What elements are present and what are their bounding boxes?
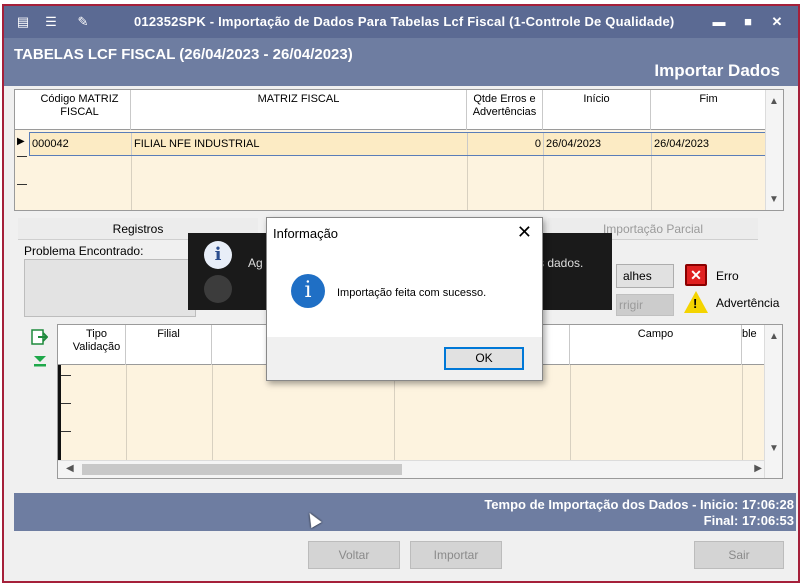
matriz-grid-header: Código MATRIZ FISCAL MATRIZ FISCAL Qtde … (15, 90, 767, 130)
grid-divider (131, 156, 132, 210)
scroll-down-icon[interactable]: ▼ (769, 194, 779, 205)
scroll-up-icon[interactable]: ▲ (769, 331, 779, 342)
sair-button[interactable]: Sair (694, 541, 784, 569)
status-bar: Tempo de Importação dos Dados - Inicio: … (14, 493, 796, 531)
page-header: TABELAS LCF FISCAL (26/04/2023 - 26/04/2… (4, 38, 798, 86)
dialog-title: Informação (273, 226, 339, 241)
row-indicator-line (61, 403, 71, 404)
scroll-thumb[interactable] (82, 464, 402, 475)
warning-mark-icon: ! (693, 296, 698, 311)
col-partial[interactable]: ble (742, 325, 766, 365)
importar-button[interactable]: Importar (410, 541, 502, 569)
cell-codigo: 000042 (30, 133, 132, 155)
page-title: TABELAS LCF FISCAL (26/04/2023 - 26/04/2… (14, 46, 353, 63)
grid-divider (212, 365, 213, 461)
ok-button[interactable]: OK (444, 347, 524, 370)
row-indicator-line (17, 156, 27, 157)
grid-divider (651, 156, 652, 210)
grid-divider (126, 365, 127, 461)
problem-textbox[interactable] (24, 259, 196, 317)
scroll-down-icon[interactable]: ▼ (769, 443, 779, 454)
corrigir-button[interactable]: rrigir (616, 294, 674, 316)
collapse-down-icon[interactable] (32, 354, 48, 368)
voltar-button[interactable]: Voltar (308, 541, 400, 569)
cell-matriz: FILIAL NFE INDUSTRIAL (132, 133, 468, 155)
col-qtde[interactable]: Qtde Erros e Advertências (467, 90, 543, 130)
grid-divider (742, 365, 743, 461)
maximize-button[interactable]: ■ (737, 12, 759, 32)
row-indicator-line (17, 184, 27, 185)
row-indicator-line (61, 375, 71, 376)
col-tipo-validacao[interactable]: Tipo Validação (68, 325, 126, 365)
col-inicio[interactable]: Início (543, 90, 651, 130)
info-icon: i (291, 274, 325, 308)
window-title: 012352SPK - Importação de Dados Para Tab… (134, 14, 675, 29)
scroll-left-icon[interactable]: ◀ (66, 463, 74, 474)
legend-erro-label: Erro (716, 269, 739, 283)
page-action-title: Importar Dados (654, 61, 780, 80)
status-final: Final: 17:06:53 (703, 513, 794, 528)
scroll-right-icon[interactable]: ▶ (754, 463, 762, 474)
app-menu-icon[interactable]: ▤ (14, 14, 32, 30)
scroll-up-icon[interactable]: ▲ (769, 96, 779, 107)
col-matriz[interactable]: MATRIZ FISCAL (131, 90, 467, 130)
col-campo[interactable]: Campo (570, 325, 742, 365)
grid-divider (543, 156, 544, 210)
toast-text-right: s dados. (538, 256, 584, 270)
export-excel-icon[interactable] (30, 328, 48, 346)
toast-text-left: Ag (248, 256, 263, 270)
info-icon: i (204, 241, 232, 269)
row-pointer-icon: ▶ (17, 136, 25, 147)
matriz-grid-scrollbar[interactable]: ▲ ▼ (765, 90, 783, 210)
title-bar: ▤ ☰ ✎ 012352SPK - Importação de Dados Pa… (4, 6, 798, 38)
info-icon-shadow (204, 275, 232, 303)
grid-divider (570, 365, 571, 461)
status-inicio: Tempo de Importação dos Dados - Inicio: … (484, 497, 794, 512)
col-codigo[interactable]: Código MATRIZ FISCAL (29, 90, 131, 130)
traffic-light-icon[interactable]: ☰ (42, 14, 60, 30)
detail-grid-vscrollbar[interactable]: ▲ ▼ (764, 325, 782, 478)
wrench-icon[interactable]: ✎ (74, 14, 92, 30)
detail-grid-hscrollbar[interactable]: ◀ ▶ (58, 460, 766, 478)
dialog-close-icon[interactable]: ✕ (517, 222, 532, 243)
cell-fim: 26/04/2023 (654, 138, 710, 150)
error-icon: ✕ (685, 264, 707, 286)
legend-advertencia-label: Advertência (716, 296, 780, 310)
dialog-footer: OK (267, 337, 542, 380)
col-fim[interactable]: Fim (651, 90, 767, 130)
cell-inicio: 26/04/2023 (544, 133, 652, 155)
row-indicator-line (61, 431, 71, 432)
info-dialog: Informação ✕ i Importação feita com suce… (266, 217, 543, 381)
cell-qtde: 0 (468, 133, 544, 155)
close-button[interactable]: ✕ (766, 12, 788, 32)
dialog-message: Importação feita com sucesso. (337, 287, 487, 299)
table-row[interactable]: 000042 FILIAL NFE INDUSTRIAL 0 26/04/202… (29, 132, 767, 156)
problem-label: Problema Encontrado: (24, 244, 144, 258)
col-filial[interactable]: Filial (126, 325, 212, 365)
detalhes-button[interactable]: alhes (616, 264, 674, 288)
matriz-grid[interactable]: Código MATRIZ FISCAL MATRIZ FISCAL Qtde … (14, 89, 784, 211)
minimize-button[interactable]: ▬ (708, 12, 730, 32)
grid-divider (467, 156, 468, 210)
